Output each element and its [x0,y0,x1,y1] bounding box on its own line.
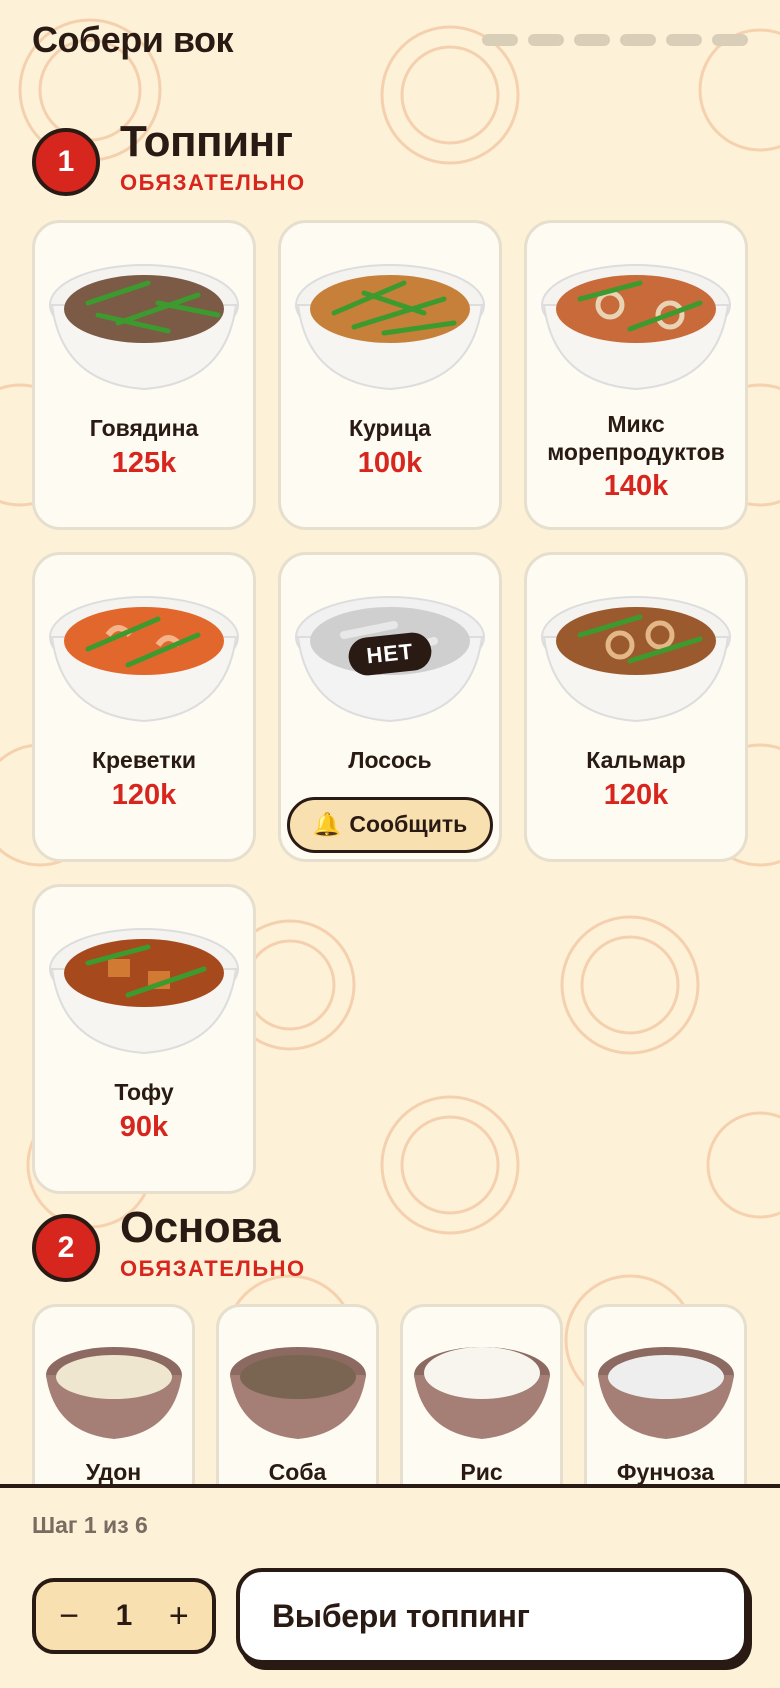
progress-step [620,34,656,46]
topping-card-beef[interactable]: Говядина 125k [32,220,256,530]
quantity-value: 1 [115,1599,133,1632]
base-image [597,1347,734,1439]
step-counter: Шаг 1 из 6 [32,1512,148,1538]
topping-grid: Говядина 125k Курица 100k Микс морепроду… [32,220,748,1194]
topping-price: 90k [119,1110,169,1143]
base-name: Удон [85,1459,142,1485]
topping-name: Микс морепродуктов [547,411,725,465]
topping-card-shrimp[interactable]: Креветки 120k [32,552,256,862]
topping-card-squid[interactable]: Кальмар 120k [524,552,748,862]
step-number-badge: 1 [32,128,100,196]
base-name: Рис [460,1459,503,1485]
base-image [45,1347,182,1439]
topping-name: Кальмар [586,747,686,773]
topping-name: Тофу [114,1079,174,1105]
topping-card-tofu[interactable]: Тофу 90k [32,884,256,1194]
topping-price: 140k [603,470,669,503]
section-title: Основа [120,1203,281,1252]
dish-image [49,928,239,1055]
topping-card-chicken[interactable]: Курица 100k [278,220,502,530]
base-image [229,1347,366,1439]
topping-name: Лосось [348,747,432,773]
bottom-bar: Шаг 1 из 6 − 1 + Выбери топпинг [0,1484,780,1688]
notify-label: Сообщить [349,811,468,838]
dish-image [49,596,239,723]
notify-button[interactable]: 🔔 Сообщить [287,796,493,853]
base-image [413,1347,550,1439]
progress-step [666,34,702,46]
section-base-header: 2 Основа ОБЯЗАТЕЛЬНО [32,1203,306,1282]
progress-step [482,34,518,46]
required-label: ОБЯЗАТЕЛЬНО [120,170,306,196]
top-bar: Собери вок [0,0,780,80]
next-step-button[interactable]: Выбери топпинг [236,1568,748,1664]
bell-icon: 🔔 [312,811,342,838]
step-number-badge: 2 [32,1214,100,1282]
topping-price: 120k [603,778,669,811]
topping-price: 125k [111,446,177,479]
quantity-stepper: − 1 + [32,1578,216,1654]
page-title: Собери вок [32,19,234,60]
progress-step [574,34,610,46]
section-topping-header: 1 Топпинг ОБЯЗАТЕЛЬНО [32,117,306,196]
dish-image [295,264,485,391]
base-name: Фунчоза [616,1459,715,1485]
topping-name: Креветки [91,747,197,773]
topping-name: Курица [349,415,431,441]
base-name: Соба [268,1459,327,1485]
decrement-button[interactable]: − [49,1597,89,1636]
progress-indicator [482,34,748,46]
dish-image [49,264,239,391]
increment-button[interactable]: + [159,1597,199,1636]
topping-price: 120k [111,778,177,811]
topping-card-salmon: НЕТ Лосось 🔔 Сообщить [278,552,502,862]
progress-step [528,34,564,46]
dish-image [541,596,731,723]
topping-name: Говядина [89,415,199,441]
topping-price: 100k [357,446,423,479]
section-title: Топпинг [120,117,293,166]
topping-card-seafood-mix[interactable]: Микс морепродуктов 140k [524,220,748,530]
required-label: ОБЯЗАТЕЛЬНО [120,1256,306,1282]
progress-step [712,34,748,46]
dish-image [541,264,731,391]
